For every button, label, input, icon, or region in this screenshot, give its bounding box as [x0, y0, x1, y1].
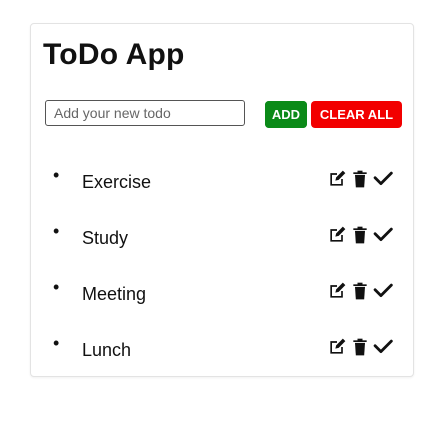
check-icon[interactable]: [373, 337, 393, 357]
clear-all-button[interactable]: CLEAR ALL: [311, 101, 402, 128]
todo-item: • Study: [31, 211, 413, 267]
todo-item: • Meeting: [31, 267, 413, 323]
todo-input[interactable]: [45, 100, 245, 126]
edit-icon[interactable]: [327, 225, 347, 245]
bullet: •: [53, 333, 60, 353]
edit-icon[interactable]: [327, 337, 347, 357]
todo-actions: [327, 334, 399, 360]
todo-text: Study: [82, 228, 129, 248]
bullet: •: [53, 277, 60, 297]
edit-icon[interactable]: [327, 281, 347, 301]
todo-text: Meeting: [82, 284, 147, 304]
trash-icon[interactable]: [350, 337, 370, 357]
check-icon[interactable]: [373, 169, 393, 189]
todo-card: ToDo App ADD CLEAR ALL • Exercise • Stud…: [30, 23, 414, 377]
todo-actions: [327, 278, 399, 304]
trash-icon[interactable]: [350, 281, 370, 301]
todo-text: Lunch: [82, 340, 132, 360]
add-button[interactable]: ADD: [265, 101, 307, 128]
todo-item: • Exercise: [31, 155, 413, 211]
edit-icon[interactable]: [327, 169, 347, 189]
page-title: ToDo App: [43, 38, 185, 71]
todo-actions: [327, 222, 399, 248]
check-icon[interactable]: [373, 281, 393, 301]
bullet: •: [53, 165, 60, 185]
trash-icon[interactable]: [350, 169, 370, 189]
todo-actions: [327, 166, 399, 192]
todo-text: Exercise: [82, 172, 152, 192]
bullet: •: [53, 221, 60, 241]
check-icon[interactable]: [373, 225, 393, 245]
trash-icon[interactable]: [350, 225, 370, 245]
todo-item: • Lunch: [31, 323, 413, 379]
todo-list: • Exercise • Study • Meeting • Lunch: [31, 155, 413, 379]
